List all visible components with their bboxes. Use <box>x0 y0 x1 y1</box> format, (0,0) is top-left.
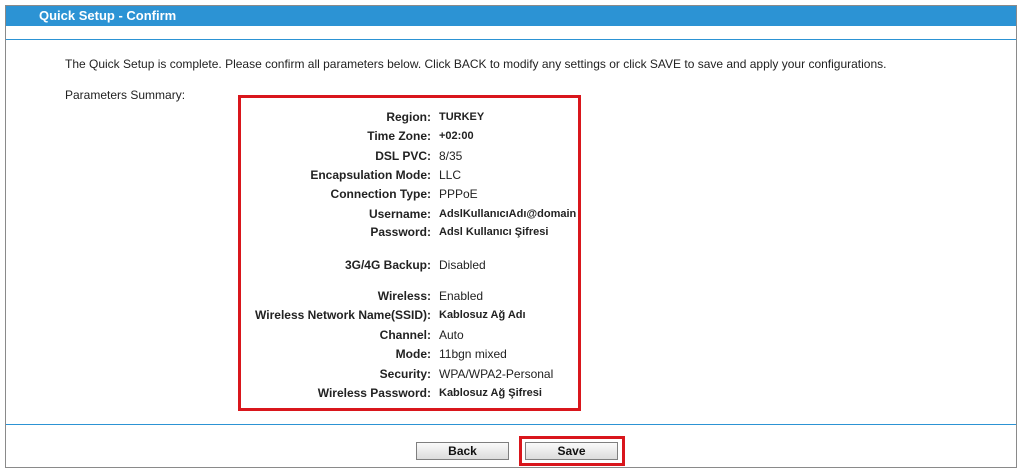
divider-top <box>6 39 1016 40</box>
param-value: Enabled <box>439 289 484 303</box>
param-row-ssid: Wireless Network Name(SSID): Kablosuz Ağ… <box>6 308 1016 324</box>
param-label: Time Zone: <box>367 129 431 143</box>
param-label: Password: <box>370 225 431 239</box>
divider-bottom <box>6 424 1016 425</box>
param-value: Disabled <box>439 258 486 272</box>
param-row-time-zone: Time Zone: +02:00 <box>6 129 1016 145</box>
param-row-wireless: Wireless: Enabled <box>6 289 1016 305</box>
param-row-username: Username: AdslKullanıcıAdı@domain <box>6 207 1016 223</box>
param-label: Wireless Network Name(SSID): <box>255 308 431 322</box>
page-title: Quick Setup - Confirm <box>6 6 1016 26</box>
param-label: Encapsulation Mode: <box>310 168 431 182</box>
param-label: Username: <box>368 207 431 221</box>
param-label: Mode: <box>395 347 431 361</box>
param-label: Wireless Password: <box>317 386 431 400</box>
param-label: Channel: <box>379 328 431 342</box>
param-row-channel: Channel: Auto <box>6 328 1016 344</box>
param-row-dsl-pvc: DSL PVC: 8/35 <box>6 149 1016 165</box>
param-row-security: Security: WPA/WPA2-Personal <box>6 367 1016 383</box>
back-button[interactable]: Back <box>416 442 509 460</box>
param-value: Kablosuz Ağ Adı <box>439 309 526 321</box>
param-label: Security: <box>379 367 431 381</box>
parameters-summary-label: Parameters Summary: <box>65 88 186 102</box>
param-value: +02:00 <box>439 130 474 142</box>
param-value: LLC <box>439 168 462 182</box>
param-value: TURKEY <box>439 111 485 123</box>
param-value: AdslKullanıcıAdı@domain <box>439 208 577 220</box>
param-label: 3G/4G Backup: <box>344 258 431 272</box>
intro-text: The Quick Setup is complete. Please conf… <box>65 57 887 71</box>
save-button[interactable]: Save <box>525 442 618 460</box>
param-value: 11bgn mixed <box>439 347 507 361</box>
param-value: Auto <box>439 328 464 342</box>
param-value: Kablosuz Ağ Şifresi <box>439 387 542 399</box>
param-row-password: Password: Adsl Kullanıcı Şifresi <box>6 225 1016 241</box>
param-row-connection-type: Connection Type: PPPoE <box>6 187 1016 203</box>
param-row-3g4g-backup: 3G/4G Backup: Disabled <box>6 258 1016 274</box>
param-value: Adsl Kullanıcı Şifresi <box>439 226 549 238</box>
param-value: 8/35 <box>439 149 463 163</box>
param-value: PPPoE <box>439 187 478 201</box>
param-row-wireless-password: Wireless Password: Kablosuz Ağ Şifresi <box>6 386 1016 402</box>
param-value: WPA/WPA2-Personal <box>439 367 554 381</box>
quick-setup-panel: Quick Setup - Confirm The Quick Setup is… <box>5 5 1017 468</box>
param-label: Connection Type: <box>330 187 431 201</box>
param-label: DSL PVC: <box>375 149 431 163</box>
param-row-encapsulation: Encapsulation Mode: LLC <box>6 168 1016 184</box>
param-row-region: Region: TURKEY <box>6 110 1016 126</box>
param-label: Region: <box>386 110 431 124</box>
param-row-mode: Mode: 11bgn mixed <box>6 347 1016 363</box>
param-label: Wireless: <box>377 289 431 303</box>
